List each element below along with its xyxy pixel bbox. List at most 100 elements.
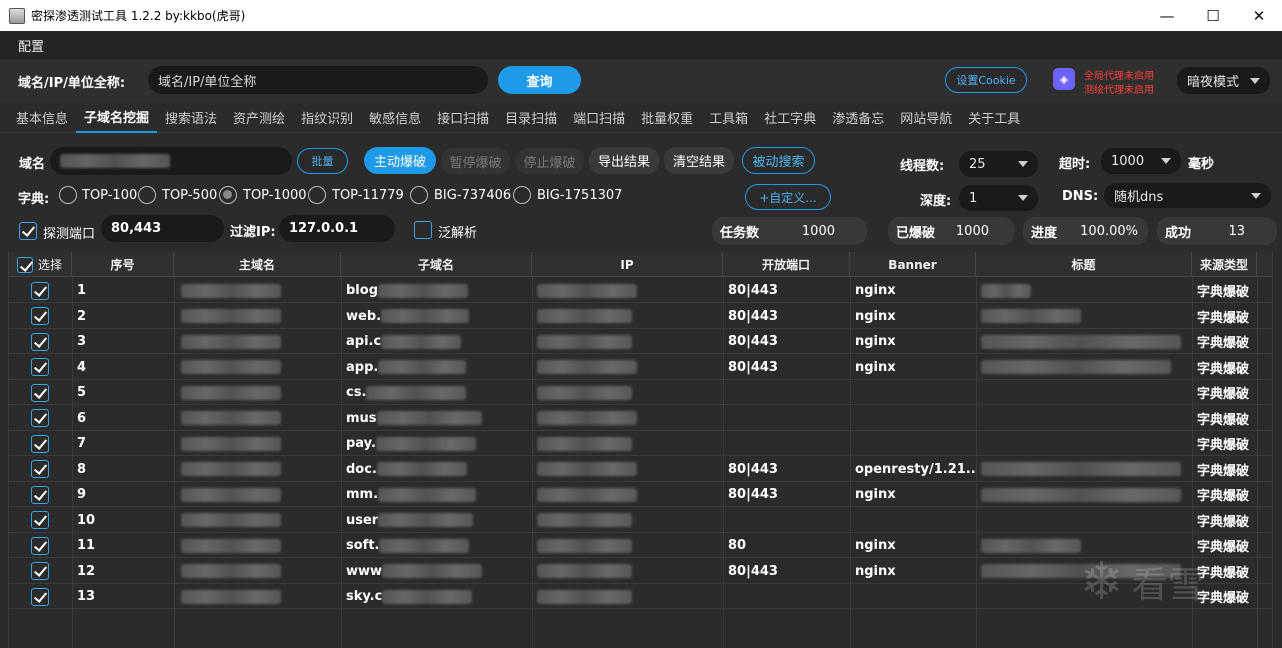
dict-radio-top100[interactable] <box>59 186 77 204</box>
dict-radio-big737406[interactable] <box>410 186 428 204</box>
row-select-cell[interactable] <box>9 457 72 482</box>
tab-social-dict[interactable]: 社工字典 <box>756 103 824 133</box>
tab-fingerprint[interactable]: 指纹识别 <box>293 103 361 133</box>
set-cookie-button[interactable]: 设置Cookie <box>945 67 1027 93</box>
row-checkbox[interactable] <box>31 307 49 325</box>
table-row[interactable]: 2 web. 80|443 nginx 字典爆破 <box>9 304 1273 329</box>
tab-toolbox[interactable]: 工具箱 <box>701 103 756 133</box>
dns-select[interactable]: 随机dns <box>1104 183 1271 208</box>
tab-basic-info[interactable]: 基本信息 <box>8 103 76 133</box>
success-stat: 成功 13 <box>1157 217 1277 245</box>
table-row[interactable]: 8 doc. 80|443 openresty/1.21.... 字典爆破 <box>9 457 1273 482</box>
export-results-button[interactable]: 导出结果 <box>589 147 659 174</box>
table-row[interactable]: 3 api.c 80|443 nginx 字典爆破 <box>9 329 1273 354</box>
header-source[interactable]: 来源类型 <box>1192 252 1257 277</box>
row-select-cell[interactable] <box>9 508 72 533</box>
row-checkbox[interactable] <box>31 536 49 555</box>
row-select-cell[interactable] <box>9 482 72 507</box>
pause-brute-button[interactable]: 暂停爆破 <box>441 148 510 174</box>
wildcard-checkbox[interactable] <box>414 221 432 239</box>
table-row[interactable]: 10 user 字典爆破 <box>9 508 1273 533</box>
custom-dict-button[interactable]: +自定义... <box>745 184 831 210</box>
tab-search-syntax[interactable]: 搜索语法 <box>157 103 225 133</box>
minimize-button[interactable]: — <box>1144 0 1190 31</box>
row-index: 12 <box>77 563 96 579</box>
progress-stat: 进度 100.00% <box>1023 217 1148 245</box>
header-main-domain[interactable]: 主域名 <box>174 252 341 277</box>
tab-port-scan[interactable]: 端口扫描 <box>565 103 633 133</box>
row-select-cell[interactable] <box>9 278 72 303</box>
domain-input[interactable] <box>50 147 292 175</box>
header-title[interactable]: 标题 <box>976 252 1192 277</box>
tab-subdomain[interactable]: 子域名挖掘 <box>76 103 158 133</box>
dict-radio-top1000[interactable] <box>219 186 237 204</box>
row-checkbox[interactable] <box>31 332 49 351</box>
row-checkbox[interactable] <box>31 358 49 376</box>
row-checkbox[interactable] <box>31 434 49 453</box>
row-subdomain-text: pay. <box>346 436 376 451</box>
header-subdomain[interactable]: 子域名 <box>341 252 532 277</box>
target-input[interactable]: 域名/IP/单位全称 <box>148 66 488 94</box>
task-count-value: 1000 <box>801 223 835 239</box>
header-select[interactable]: 选择 <box>9 252 72 277</box>
query-button[interactable]: 查询 <box>498 66 581 94</box>
ports-input[interactable]: 80,443 <box>101 215 224 242</box>
tab-about[interactable]: 关于工具 <box>960 103 1028 133</box>
header-index[interactable]: 序号 <box>72 252 174 277</box>
filter-ip-input[interactable]: 127.0.0.1 <box>279 215 395 242</box>
dict-radio-top11779[interactable] <box>308 186 326 204</box>
row-checkbox[interactable] <box>31 562 49 580</box>
table-row[interactable]: 4 app. 80|443 nginx 字典爆破 <box>9 355 1273 380</box>
row-checkbox[interactable] <box>31 409 49 427</box>
tab-sensitive-info[interactable]: 敏感信息 <box>361 103 429 133</box>
tab-dir-scan[interactable]: 目录扫描 <box>497 103 565 133</box>
row-select-cell[interactable] <box>9 533 72 558</box>
table-row[interactable]: 1 blog 80|443 nginx 字典爆破 <box>9 278 1273 303</box>
row-checkbox[interactable] <box>31 511 49 529</box>
row-select-cell[interactable] <box>9 431 72 456</box>
depth-select[interactable]: 1 <box>959 185 1038 211</box>
menu-config[interactable]: 配置 <box>18 36 44 55</box>
row-checkbox[interactable] <box>31 281 49 300</box>
row-checkbox[interactable] <box>31 383 49 402</box>
row-select-cell[interactable] <box>9 329 72 354</box>
table-row[interactable]: 7 pay. 字典爆破 <box>9 431 1273 456</box>
row-checkbox[interactable] <box>31 485 49 504</box>
close-button[interactable]: ✕ <box>1236 0 1282 31</box>
timeout-select[interactable]: 1000 <box>1101 148 1181 174</box>
tab-site-nav[interactable]: 网站导航 <box>892 103 960 133</box>
row-select-cell[interactable] <box>9 406 72 431</box>
passive-search-button[interactable]: 被动搜索 <box>742 147 815 174</box>
header-banner[interactable]: Banner <box>850 252 976 277</box>
active-brute-button[interactable]: 主动爆破 <box>364 147 436 174</box>
row-select-cell[interactable] <box>9 559 72 584</box>
threads-select[interactable]: 25 <box>959 151 1038 177</box>
row-checkbox[interactable] <box>31 587 49 606</box>
maximize-button[interactable]: ☐ <box>1190 0 1236 31</box>
row-select-cell[interactable] <box>9 304 72 329</box>
select-all-checkbox[interactable] <box>17 256 33 273</box>
dict-radio-big1751307[interactable] <box>513 186 531 204</box>
row-select-cell[interactable] <box>9 355 72 380</box>
theme-select[interactable]: 暗夜模式 <box>1177 67 1270 94</box>
tab-asset-mapping[interactable]: 资产测绘 <box>225 103 293 133</box>
vertical-scrollbar[interactable] <box>1272 252 1282 648</box>
probe-port-checkbox[interactable] <box>19 222 37 240</box>
table-row[interactable]: 6 mus 字典爆破 <box>9 406 1273 431</box>
header-open-ports[interactable]: 开放端口 <box>723 252 850 277</box>
tab-batch-weight[interactable]: 批量权重 <box>633 103 701 133</box>
batch-button[interactable]: 批量 <box>297 148 348 174</box>
clear-results-button[interactable]: 清空结果 <box>664 147 734 174</box>
tab-api-scan[interactable]: 接口扫描 <box>429 103 497 133</box>
shield-icon[interactable]: ◈ <box>1053 68 1075 90</box>
dict-radio-top500[interactable] <box>138 186 156 204</box>
row-select-cell[interactable] <box>9 584 72 609</box>
header-ip[interactable]: IP <box>532 252 723 277</box>
row-checkbox[interactable] <box>31 460 49 478</box>
table-row[interactable]: 9 mm. 80|443 nginx 字典爆破 <box>9 482 1273 507</box>
tab-pentest-memo[interactable]: 渗透备忘 <box>824 103 892 133</box>
stop-brute-button[interactable]: 停止爆破 <box>515 148 584 174</box>
threads-label: 线程数: <box>900 159 945 174</box>
row-select-cell[interactable] <box>9 380 72 405</box>
table-row[interactable]: 5 cs. 字典爆破 <box>9 380 1273 405</box>
